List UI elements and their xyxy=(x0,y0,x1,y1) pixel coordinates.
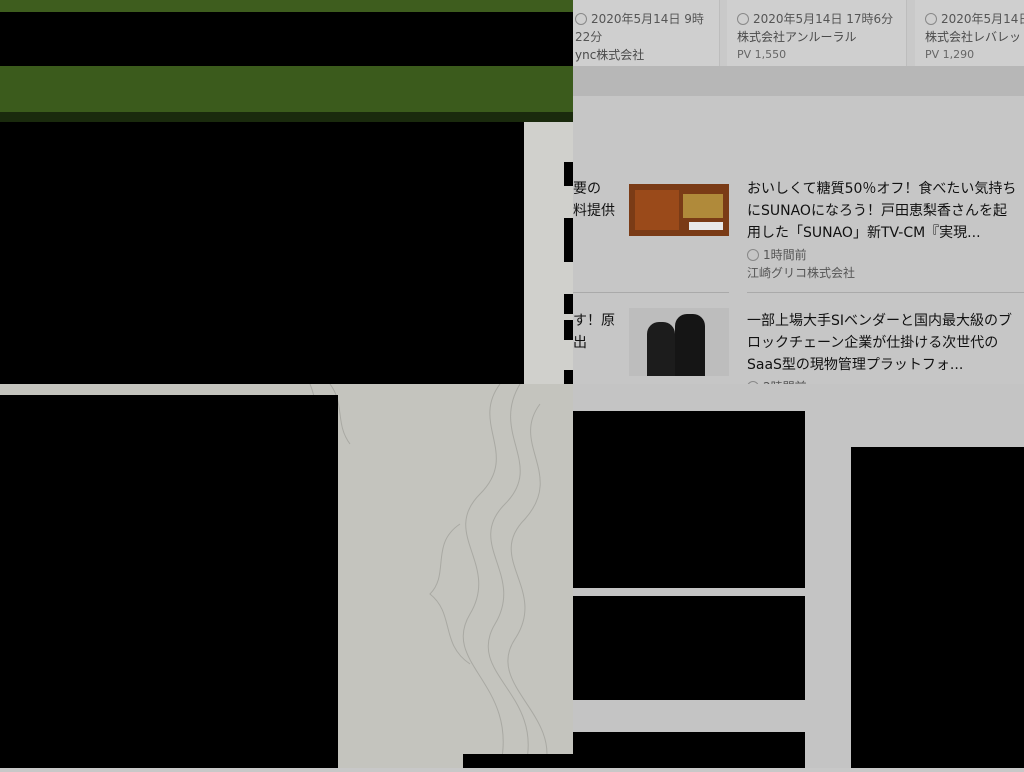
redacted-block xyxy=(0,395,338,768)
divider xyxy=(629,292,729,293)
redacted-block xyxy=(0,12,573,66)
marker xyxy=(564,218,573,262)
related-articles-strip: 2020年5月14日 9時22分 ync株式会社 123 2020年5月14日 … xyxy=(565,0,1024,79)
redacted-block xyxy=(573,411,805,588)
news-company: 江崎グリコ株式会社 xyxy=(747,266,856,280)
header-green-band xyxy=(0,66,573,114)
news-item[interactable]: 一部上場大手SIベンダーと国内最大級のブロックチェーン企業が仕掛ける次世代のSa… xyxy=(629,308,1024,394)
clock-icon xyxy=(575,13,587,25)
marker xyxy=(564,162,573,186)
header-green-bar xyxy=(0,0,573,12)
article-card[interactable]: 2020年5月14日 株式会社レバレッ PV 1,290 xyxy=(915,0,1024,66)
redacted-block xyxy=(573,732,805,768)
header-shadow xyxy=(0,112,573,122)
marker xyxy=(564,294,573,314)
card-pv: PV 1,550 xyxy=(737,48,787,61)
card-date: 2020年5月14日 xyxy=(941,12,1024,26)
card-company: ync株式会社 xyxy=(575,48,645,62)
truncated-headline[interactable]: 料提供 xyxy=(573,200,615,222)
article-card[interactable]: 2020年5月14日 17時6分 株式会社アンルーラル PV 1,550 xyxy=(727,0,907,66)
marker xyxy=(564,370,573,384)
news-title[interactable]: 一部上場大手SIベンダーと国内最大級のブロックチェーン企業が仕掛ける次世代のSa… xyxy=(747,310,1017,376)
truncated-headline[interactable]: す！原 xyxy=(573,310,615,332)
redacted-block xyxy=(573,596,805,700)
redacted-block xyxy=(851,447,1024,768)
divider xyxy=(747,292,1024,293)
news-item[interactable]: おいしくて糖質50％オフ！食べたい気持ちにSUNAOになろう！戸田恵梨香さんを起… xyxy=(629,176,1024,286)
news-title[interactable]: おいしくて糖質50％オフ！食べたい気持ちにSUNAOになろう！戸田恵梨香さんを起… xyxy=(747,178,1017,244)
card-date: 2020年5月14日 9時22分 xyxy=(575,12,704,44)
news-feed: 要の 料提供 す！原 出 おいしくて糖質50％オフ！食べたい気持ちにSUNAOに… xyxy=(573,96,1024,394)
clock-icon xyxy=(737,13,749,25)
article-card[interactable]: 2020年5月14日 9時22分 ync株式会社 123 xyxy=(565,0,720,79)
card-company: 株式会社レバレッ xyxy=(925,30,1022,44)
truncated-headline[interactable]: 出 xyxy=(573,332,587,354)
clock-icon xyxy=(747,249,759,261)
news-time: 1時間前 xyxy=(747,246,807,263)
truncated-headline[interactable]: 要の xyxy=(573,178,601,200)
card-company: 株式会社アンルーラル xyxy=(737,30,857,44)
redacted-block xyxy=(0,122,524,384)
card-date: 2020年5月14日 17時6分 xyxy=(753,12,894,26)
two-people-photo[interactable] xyxy=(629,308,729,376)
marker xyxy=(564,320,573,340)
promo-thumbnail[interactable] xyxy=(629,184,729,236)
card-pv: PV 1,290 xyxy=(925,48,975,61)
redacted-block xyxy=(463,754,573,768)
section-band xyxy=(573,66,1024,96)
clock-icon xyxy=(925,13,937,25)
